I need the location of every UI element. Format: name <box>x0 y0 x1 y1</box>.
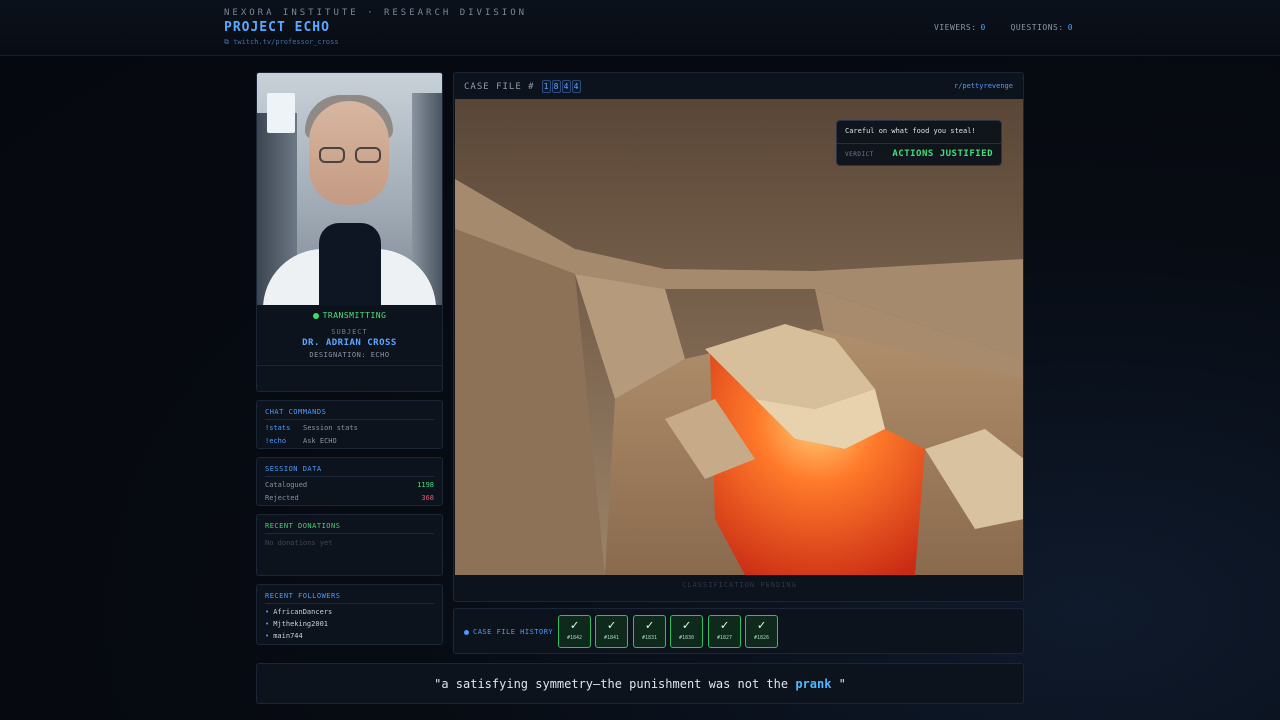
history-item[interactable]: ✓ #1842 <box>558 615 591 648</box>
case-digit: 4 <box>572 80 582 93</box>
caption-before: "a satisfying symmetry—the punishment wa… <box>434 677 796 691</box>
rejected-label: Rejected <box>265 494 299 502</box>
command-row: !echo Ask ECHO <box>265 437 434 445</box>
case-quote: Careful on what food you steal! <box>845 127 976 135</box>
case-file-label: CASE FILE # <box>464 82 535 92</box>
history-item[interactable]: ✓ #1830 <box>670 615 703 648</box>
questions-label: QUESTIONS: <box>1010 23 1064 32</box>
viewers-count: 0 <box>980 23 986 32</box>
catalogued-label: Catalogued <box>265 481 308 489</box>
history-id: #1841 <box>603 635 620 641</box>
catalogued-row: Catalogued 1198 <box>265 481 434 489</box>
history-id: #1826 <box>753 635 770 641</box>
transmitting-status: TRANSMITTING <box>257 311 442 320</box>
case-digit: 8 <box>552 80 562 93</box>
caption-after: " <box>831 677 846 691</box>
follower-name: main744 <box>273 632 303 640</box>
caption-bar: "a satisfying symmetry—the punishment wa… <box>256 663 1024 704</box>
chat-commands-panel: CHAT COMMANDS !stats Session stats !echo A… <box>256 400 443 449</box>
command-desc: Session stats <box>303 424 358 432</box>
follower-name: Mjtheking2001 <box>273 620 329 628</box>
case-digit: 1 <box>542 80 552 93</box>
command-name: !echo <box>265 437 287 445</box>
channel-url: twitch.tv/professor_cross <box>233 38 339 46</box>
link-icon: ⧉ <box>224 38 229 46</box>
command-row: !stats Session stats <box>265 424 434 432</box>
history-title: CASE FILE HISTORY <box>473 628 554 636</box>
donations-title: RECENT DONATIONS <box>265 522 341 530</box>
top-bar: NEXORA INSTITUTE · RESEARCH DIVISION PRO… <box>0 0 1280 56</box>
status-text: TRANSMITTING <box>322 311 387 320</box>
viewers-label: VIEWERS: <box>934 23 977 32</box>
case-file-header: CASE FILE # 1844 <box>464 80 582 93</box>
subject-photo <box>257 73 442 305</box>
verdict-overlay: Careful on what food you steal! VERDICT … <box>836 120 1002 166</box>
follower-item: • main744 <box>265 632 303 640</box>
project-title: PROJECT ECHO <box>224 20 330 35</box>
session-data-title: SESSION DATA <box>265 465 322 473</box>
history-id: #1827 <box>716 635 733 641</box>
followers-panel: RECENT FOLLOWERS • AfricanDancers • Mjthek… <box>256 584 443 645</box>
case-history-panel: CASE FILE HISTORY ✓ #1842 ✓ #1841 ✓ #1831 ✓… <box>453 608 1024 654</box>
verdict-label: VERDICT <box>845 151 874 158</box>
verdict-value: ACTIONS JUSTIFIED <box>892 149 993 159</box>
history-id: #1842 <box>566 635 583 641</box>
channel-link[interactable]: ⧉ twitch.tv/professor_cross <box>224 38 339 47</box>
subject-name: DR. ADRIAN CROSS <box>302 338 397 348</box>
command-desc: Ask ECHO <box>303 437 337 445</box>
catalogued-value: 1198 <box>417 481 434 489</box>
history-item[interactable]: ✓ #1826 <box>745 615 778 648</box>
history-item[interactable]: ✓ #1831 <box>633 615 666 648</box>
followers-title: RECENT FOLLOWERS <box>265 592 341 600</box>
check-icon: ✓ <box>720 618 729 633</box>
command-name: !stats <box>265 424 291 432</box>
session-data-panel: SESSION DATA Catalogued 1198 Rejected 36… <box>256 457 443 506</box>
caption-highlight: prank <box>795 677 832 691</box>
subreddit-link[interactable]: r/pettyrevenge <box>954 82 1013 90</box>
history-item[interactable]: ✓ #1841 <box>595 615 628 648</box>
history-id: #1830 <box>678 635 695 641</box>
check-icon: ✓ <box>757 618 766 633</box>
classification-status: CLASSIFICATION PENDING <box>682 581 797 589</box>
divider <box>257 365 442 366</box>
chat-commands-title: CHAT COMMANDS <box>265 408 327 416</box>
follower-item: • AfricanDancers <box>265 608 333 616</box>
subject-card: TRANSMITTING SUBJECT DR. ADRIAN CROSS DE… <box>256 72 443 392</box>
follower-item: • Mjtheking2001 <box>265 620 329 628</box>
check-icon: ✓ <box>570 618 579 633</box>
history-label: CASE FILE HISTORY <box>464 628 553 636</box>
subject-designation: DESIGNATION: ECHO <box>309 351 390 359</box>
history-id: #1831 <box>641 635 658 641</box>
org-name: NEXORA INSTITUTE · RESEARCH DIVISION <box>224 8 528 18</box>
subject-label: SUBJECT <box>331 328 368 336</box>
case-digit: 4 <box>562 80 572 93</box>
rejected-row: Rejected 368 <box>265 494 434 502</box>
follower-name: AfricanDancers <box>273 608 333 616</box>
donations-empty: No donations yet <box>265 539 333 547</box>
case-scene-image <box>455 99 1023 575</box>
check-icon: ✓ <box>682 618 691 633</box>
stream-stats: VIEWERS: 0 QUESTIONS: 0 <box>934 23 1073 32</box>
history-item[interactable]: ✓ #1827 <box>708 615 741 648</box>
bullet-icon <box>464 629 469 635</box>
check-icon: ✓ <box>645 618 654 633</box>
donations-panel: RECENT DONATIONS No donations yet <box>256 514 443 576</box>
caption-text: "a satisfying symmetry—the punishment wa… <box>257 677 1023 691</box>
live-dot-icon <box>312 312 319 319</box>
rejected-value: 368 <box>421 494 434 502</box>
check-icon: ✓ <box>607 618 616 633</box>
questions-count: 0 <box>1067 23 1074 32</box>
